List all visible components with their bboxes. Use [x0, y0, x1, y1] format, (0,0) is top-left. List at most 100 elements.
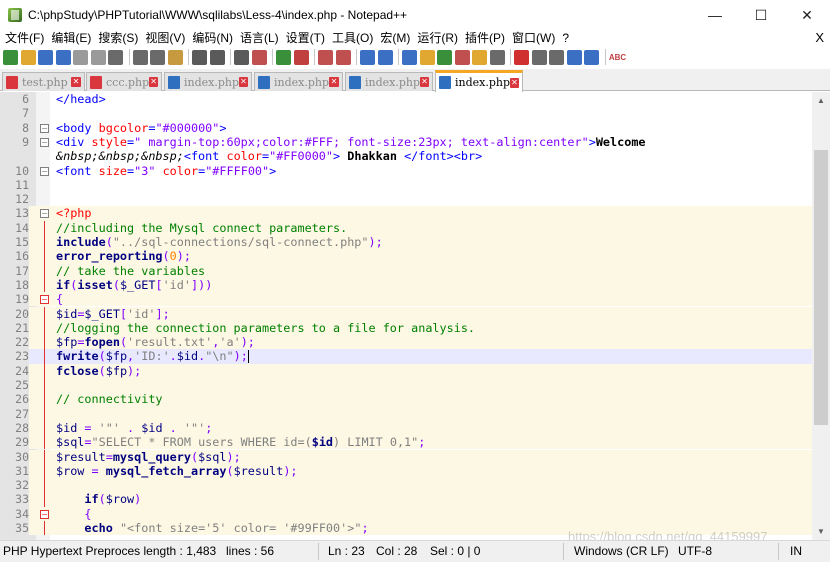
menu-macro[interactable]: 宏(M) — [377, 30, 414, 46]
fold-toggle-icon[interactable]: − — [40, 295, 49, 305]
minimize-button[interactable]: — — [692, 0, 738, 30]
menu-help[interactable]: ? — [559, 30, 573, 46]
vertical-scrollbar[interactable]: ▲ ▼ — [812, 92, 830, 540]
tab-ccc-php[interactable]: ccc.php ✕ — [86, 72, 162, 91]
tab-index-php-active[interactable]: index.php ✕ — [435, 70, 523, 92]
menu-view[interactable]: 视图(V) — [142, 30, 189, 46]
close-window-button[interactable]: ✕ — [784, 0, 830, 30]
code-line[interactable]: 20 $id=$_GET['id']; — [0, 306, 812, 321]
fold-toggle-icon[interactable]: − — [40, 123, 49, 133]
language-icon[interactable] — [419, 49, 435, 65]
code-line[interactable]: 9 − <div style=" margin-top:60px;color:#FF… — [0, 135, 812, 149]
menu-encoding[interactable]: 编码(N) — [189, 30, 237, 46]
sync-vertical-icon[interactable] — [318, 49, 333, 65]
tab-close-icon[interactable]: ✕ — [239, 77, 248, 87]
redo-icon[interactable] — [209, 49, 225, 65]
code-line[interactable]: 6 </head> — [0, 92, 812, 106]
code-line[interactable]: &nbsp;&nbsp;&nbsp;<font color="#FF0000">… — [0, 149, 812, 163]
run-macro-multiple-icon[interactable] — [566, 49, 582, 65]
monitor-icon[interactable] — [489, 49, 505, 65]
zoom-out-icon[interactable] — [293, 49, 309, 65]
code-line[interactable]: 16 error_reporting(0); — [0, 249, 812, 264]
replace-icon[interactable] — [251, 49, 267, 65]
code-line[interactable]: 12 — [0, 192, 812, 206]
new-file-icon[interactable] — [3, 49, 18, 65]
code-line[interactable]: 34 − { — [0, 506, 812, 521]
save-macro-icon[interactable] — [584, 49, 599, 65]
status-eol[interactable]: Windows (CR LF) — [574, 544, 669, 558]
code-line[interactable]: 18 if(isset($_GET['id'])) — [0, 277, 812, 293]
cut-icon[interactable] — [132, 49, 148, 65]
close-all-icon[interactable] — [90, 49, 106, 65]
tab-index-php-3[interactable]: index.php ✕ — [345, 72, 433, 91]
maximize-button[interactable]: ☐ — [738, 0, 784, 30]
code-line[interactable]: 19 −{ — [0, 292, 812, 307]
fold-toggle-icon[interactable]: − — [40, 137, 49, 147]
menu-plugins[interactable]: 插件(P) — [462, 30, 509, 46]
tab-index-php-2[interactable]: index.php ✕ — [254, 72, 343, 91]
play-macro-icon[interactable] — [549, 49, 564, 65]
folder-workspace-icon[interactable] — [472, 49, 487, 65]
find-icon[interactable] — [234, 49, 249, 65]
status-encoding[interactable]: UTF-8 — [678, 544, 712, 558]
fold-toggle-icon[interactable]: − — [40, 166, 49, 176]
menu-settings[interactable]: 设置(T) — [283, 30, 329, 46]
menu-edit[interactable]: 编辑(E) — [48, 30, 95, 46]
scroll-up-arrow-icon[interactable]: ▲ — [812, 92, 830, 109]
paste-icon[interactable] — [167, 49, 183, 65]
tab-close-icon[interactable]: ✕ — [510, 77, 519, 88]
code-line[interactable]: 33 if($row) — [0, 492, 812, 507]
menu-search[interactable]: 搜索(S) — [95, 30, 142, 46]
close-icon[interactable] — [73, 49, 88, 65]
function-list-icon[interactable] — [454, 49, 470, 65]
code-line[interactable]: 17 // take the variables — [0, 263, 812, 278]
copy-icon[interactable] — [150, 49, 165, 65]
word-wrap-icon[interactable] — [360, 49, 375, 65]
fold-toggle-icon[interactable]: − — [40, 209, 49, 219]
code-line[interactable]: 23 fwrite($fp,'ID:'.$id."\n"); — [0, 349, 812, 364]
code-line[interactable]: 13 − <?php — [0, 206, 812, 221]
close-document-button[interactable]: X — [815, 30, 824, 46]
sync-horizontal-icon[interactable] — [335, 49, 351, 65]
tab-close-icon[interactable]: ✕ — [329, 77, 339, 87]
code-line[interactable]: 8 − <body bgcolor="#000000"> — [0, 121, 812, 135]
tab-test-php[interactable]: test.php ✕ — [2, 72, 85, 91]
indent-guide-icon[interactable] — [402, 49, 417, 65]
tab-index-php-1[interactable]: index.php ✕ — [164, 72, 252, 91]
menu-tools[interactable]: 工具(O) — [329, 30, 377, 46]
fold-toggle-icon[interactable]: − — [40, 509, 49, 519]
menu-language[interactable]: 语言(L) — [237, 30, 283, 46]
code-line[interactable]: 29 $sql="SELECT * FROM users WHERE id=($i… — [0, 435, 812, 450]
doc-map-icon[interactable] — [437, 49, 452, 65]
code-line[interactable]: 31 $row = mysql_fetch_array($result); — [0, 463, 812, 479]
print-icon[interactable] — [108, 49, 123, 65]
save-icon[interactable] — [38, 49, 53, 65]
code-line[interactable]: 26 // connectivity — [0, 392, 812, 407]
tab-close-icon[interactable]: ✕ — [71, 77, 81, 87]
code-line[interactable]: 14 //including the Mysql connect paramete… — [0, 220, 812, 235]
menu-file[interactable]: 文件(F) — [2, 30, 48, 46]
code-line[interactable]: 11 — [0, 178, 812, 192]
menu-window[interactable]: 窗口(W) — [509, 30, 559, 46]
show-all-chars-icon[interactable] — [377, 49, 393, 65]
code-line[interactable]: 15 include("../sql-connections/sql-connec… — [0, 235, 812, 250]
code-line[interactable]: 27 — [0, 406, 812, 421]
code-line[interactable]: 21 //logging the connection parameters to… — [0, 320, 812, 336]
stop-macro-icon[interactable] — [531, 49, 547, 65]
code-line[interactable]: 10 − <font size="3" color="#FFFF00"> — [0, 164, 812, 178]
code-editor[interactable]: 6 </head> 7 8− <body bgcolor="#000000"> 9− <di… — [0, 92, 812, 540]
record-macro-icon[interactable] — [514, 49, 529, 65]
open-file-icon[interactable] — [20, 49, 36, 65]
code-line[interactable]: 7 — [0, 106, 812, 120]
code-line[interactable]: 25 — [0, 378, 812, 393]
spell-check-icon[interactable]: ABC — [609, 50, 627, 65]
scroll-down-arrow-icon[interactable]: ▼ — [812, 523, 830, 540]
tab-close-icon[interactable]: ✕ — [420, 77, 429, 87]
code-line[interactable]: 28 $id = '"' . $id . '"'; — [0, 420, 812, 436]
code-line[interactable]: 22 $fp=fopen('result.txt','a'); — [0, 335, 812, 350]
code-line[interactable]: 24 fclose($fp); — [0, 363, 812, 378]
scrollbar-thumb[interactable] — [814, 150, 828, 425]
menu-run[interactable]: 运行(R) — [414, 30, 462, 46]
code-line[interactable]: 30 $result=mysql_query($sql); — [0, 449, 812, 464]
undo-icon[interactable] — [192, 49, 207, 65]
